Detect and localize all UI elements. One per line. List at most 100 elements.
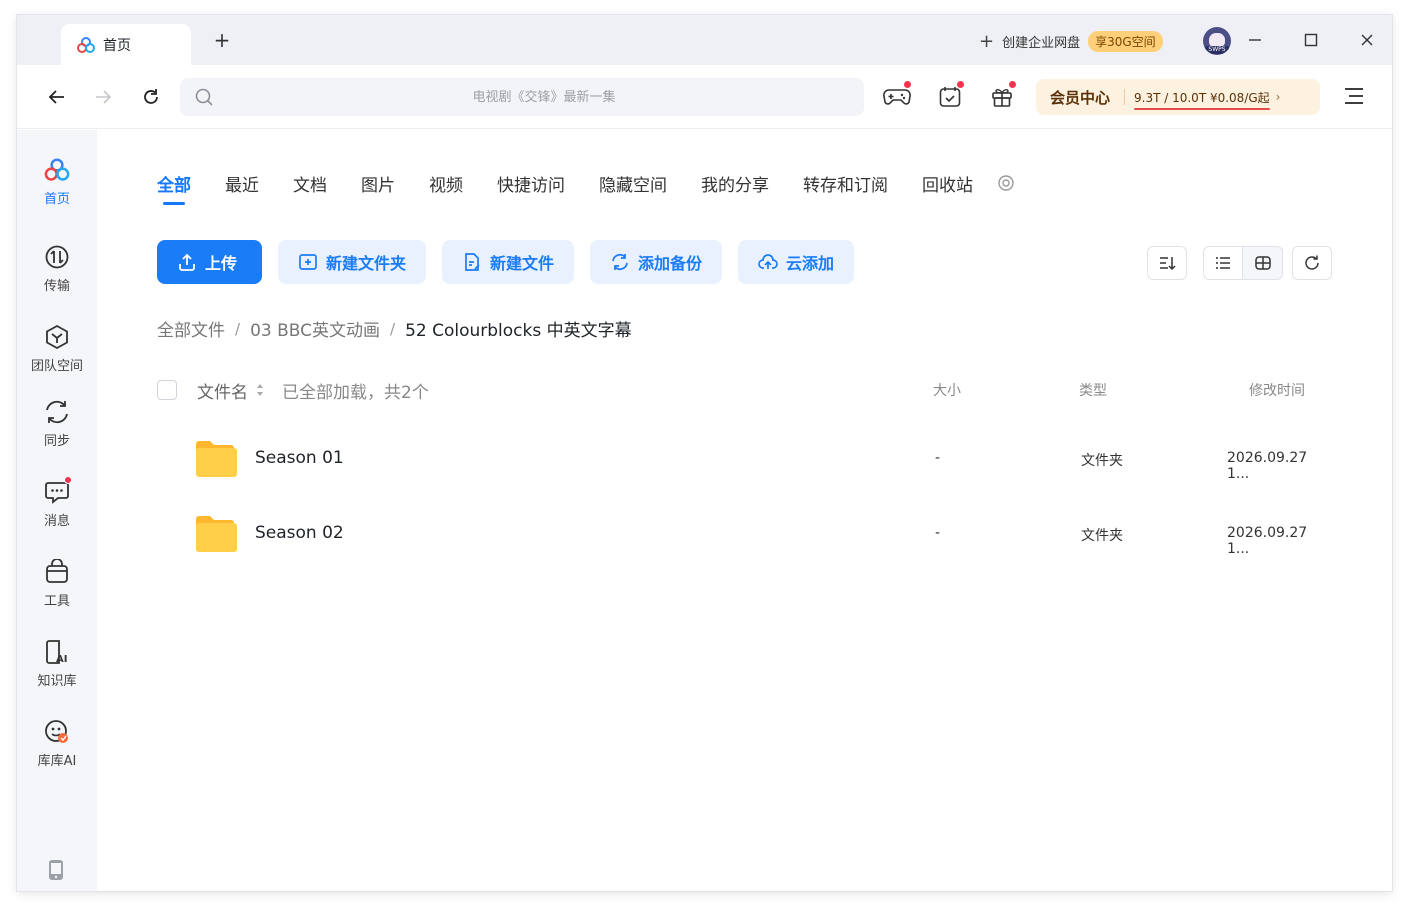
create-enterprise-button[interactable]: + 创建企业网盘 享30G空间 — [979, 29, 1163, 53]
column-type[interactable]: 类型 — [1079, 380, 1107, 400]
sort-controls — [1147, 246, 1187, 280]
select-all-checkbox[interactable] — [157, 380, 177, 400]
toolbar: 会员中心 9.3T / 10.0T ¥0.08/G起 › — [17, 65, 1392, 129]
tab-images[interactable]: 图片 — [361, 171, 395, 196]
sidebar-item-transfer[interactable]: 传输 — [17, 243, 97, 309]
checkin-button[interactable] — [935, 80, 965, 112]
tab-recycle-bin[interactable]: 回收站 — [922, 171, 973, 196]
sidebar-item-knowledge[interactable]: AI 知识库 — [17, 638, 97, 704]
breadcrumb-item[interactable]: 全部文件 — [157, 316, 225, 341]
forward-button[interactable] — [91, 85, 115, 109]
new-tab-button[interactable]: + — [211, 29, 233, 51]
tab-recent[interactable]: 最近 — [225, 171, 259, 196]
file-modified: 2026.09.27 1... — [1227, 450, 1308, 482]
minimize-icon — [1249, 39, 1261, 41]
upload-label: 上传 — [205, 254, 238, 273]
title-bar: 首页 + + 创建企业网盘 享30G空间 SWPS — [17, 15, 1392, 65]
upload-button[interactable]: 上传 — [157, 240, 262, 284]
team-space-icon — [43, 323, 71, 351]
folder-plus-icon — [298, 252, 318, 272]
column-name[interactable]: 文件名 — [197, 378, 248, 403]
column-size[interactable]: 大小 — [933, 380, 961, 400]
new-file-button[interactable]: 新建文件 — [442, 240, 575, 284]
storage-usage-text: 9.3T / 10.0T ¥0.08/G起 — [1134, 90, 1270, 105]
sidebar-item-messages[interactable]: 消息 — [17, 476, 97, 544]
refresh-button[interactable] — [139, 85, 163, 109]
new-folder-label: 新建文件夹 — [326, 254, 407, 273]
tab-home[interactable]: 首页 — [61, 24, 191, 65]
search-icon — [195, 88, 213, 106]
main-menu-button[interactable] — [1343, 85, 1367, 109]
arrow-left-icon — [48, 90, 64, 104]
list-view-button[interactable] — [1203, 246, 1243, 280]
tab-hidden-space[interactable]: 隐藏空间 — [599, 171, 667, 196]
sync-backup-icon — [610, 252, 630, 272]
minimize-button[interactable] — [1241, 27, 1269, 53]
sidebar-item-kuku-ai[interactable]: 库库AI — [17, 718, 97, 784]
app-window: 首页 + + 创建企业网盘 享30G空间 SWPS 电视剧《交锋》最新一集 会员… — [17, 15, 1392, 891]
avatar[interactable]: SWPS — [1203, 27, 1231, 55]
phone-icon — [49, 860, 63, 880]
sidebar-item-tools[interactable]: 工具 — [17, 558, 97, 624]
sidebar-item-sync[interactable]: 同步 — [17, 398, 97, 464]
table-row[interactable]: Season 01 - 文件夹 2026.09.27 1... — [157, 430, 1332, 490]
gift-button[interactable] — [987, 80, 1017, 112]
sidebar-item-label: 库库AI — [37, 754, 77, 769]
file-name[interactable]: Season 01 — [255, 448, 344, 468]
cloud-add-label: 云添加 — [786, 254, 835, 273]
notification-dot — [1008, 80, 1017, 89]
grid-view-button[interactable] — [1243, 246, 1283, 280]
search-input[interactable] — [244, 89, 844, 105]
add-backup-label: 添加备份 — [638, 254, 703, 273]
plus-icon: + — [979, 30, 995, 52]
sort-arrows-icon[interactable] — [256, 383, 264, 397]
sidebar-item-team-space[interactable]: 团队空间 — [17, 323, 97, 389]
refresh-icon — [144, 89, 158, 104]
enterprise-label: 创建企业网盘 — [1002, 35, 1081, 51]
sync-icon — [43, 398, 71, 426]
svg-text:AI: AI — [56, 654, 67, 665]
notification-dot — [64, 476, 72, 484]
avatar-tag: SWPS — [1205, 46, 1229, 54]
add-backup-button[interactable]: 添加备份 — [590, 240, 723, 284]
column-modified[interactable]: 修改时间 — [1249, 380, 1305, 400]
game-center-button[interactable] — [882, 80, 912, 112]
refresh-list-button[interactable] — [1292, 246, 1332, 280]
menu-icon — [1345, 88, 1363, 104]
sidebar: 首页 传输 团队空间 同步 消息 工具 AI 知识库 库库AI — [17, 130, 97, 891]
maximize-icon — [1304, 33, 1318, 47]
toolbox-icon — [43, 558, 71, 586]
refresh-icon — [1305, 255, 1319, 270]
tab-my-shares[interactable]: 我的分享 — [701, 171, 769, 196]
search-box[interactable] — [180, 78, 864, 116]
tab-settings-icon[interactable] — [997, 174, 1015, 192]
tab-documents[interactable]: 文档 — [293, 171, 327, 196]
grid-view-icon — [1254, 256, 1271, 270]
cloud-add-button[interactable]: 云添加 — [738, 240, 855, 284]
tab-quick-access[interactable]: 快捷访问 — [497, 171, 565, 196]
upload-icon — [177, 252, 197, 272]
new-folder-button[interactable]: 新建文件夹 — [278, 240, 427, 284]
tab-transfers-subscriptions[interactable]: 转存和订阅 — [803, 171, 888, 196]
notification-dot — [956, 80, 965, 89]
mobile-app-button[interactable] — [47, 859, 67, 881]
back-button[interactable] — [45, 85, 69, 109]
maximize-button[interactable] — [1297, 27, 1325, 53]
sidebar-item-label: 团队空间 — [30, 359, 83, 374]
divider — [1124, 89, 1126, 105]
sidebar-item-home[interactable]: 首页 — [17, 156, 97, 222]
vip-center-button[interactable]: 会员中心 9.3T / 10.0T ¥0.08/G起 › — [1036, 79, 1320, 115]
breadcrumb-item[interactable]: 03 BBC英文动画 — [250, 316, 380, 341]
tab-videos[interactable]: 视频 — [429, 171, 463, 196]
close-button[interactable] — [1353, 27, 1381, 53]
main-content: 全部 最近 文档 图片 视频 快捷访问 隐藏空间 我的分享 转存和订阅 回收站 … — [97, 130, 1392, 891]
sort-button[interactable] — [1147, 246, 1187, 280]
view-toggle — [1203, 246, 1283, 280]
file-name[interactable]: Season 02 — [255, 523, 344, 543]
knowledge-ai-icon: AI — [43, 638, 71, 666]
sidebar-item-label: 首页 — [43, 192, 70, 207]
tab-all[interactable]: 全部 — [157, 171, 191, 205]
category-tabs: 全部 最近 文档 图片 视频 快捷访问 隐藏空间 我的分享 转存和订阅 回收站 — [157, 168, 1015, 205]
table-row[interactable]: Season 02 - 文件夹 2026.09.27 1... — [157, 505, 1332, 565]
kuku-ai-icon — [43, 718, 71, 746]
